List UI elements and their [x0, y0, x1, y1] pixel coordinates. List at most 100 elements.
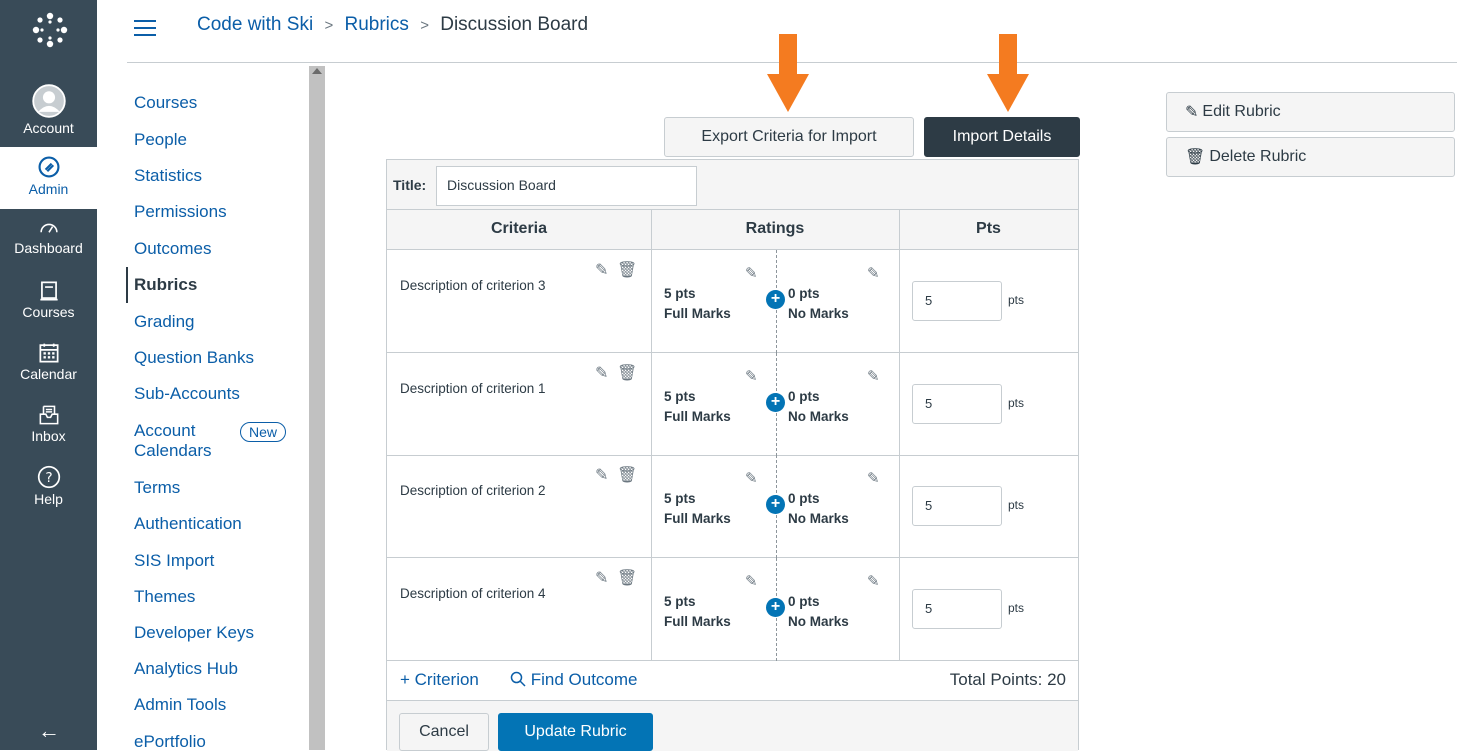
rubric-editor: Title: Discussion Board Criteria Ratings… [386, 159, 1079, 751]
edit-rating-pencil-icon[interactable]: ✎ [867, 469, 880, 487]
subnav-item-admin-tools[interactable]: Admin Tools [134, 695, 226, 715]
subnav-item-account-calendars-line2[interactable]: Calendars [134, 441, 212, 461]
edit-criterion-pencil-icon[interactable]: ✎ [595, 260, 608, 280]
rubric-title-input[interactable]: Discussion Board [436, 166, 697, 206]
rating-no-marks: 0 pts No Marks [788, 387, 849, 427]
delete-rubric-button[interactable]: 🗑 Delete Rubric [1166, 137, 1455, 177]
add-rating-plus-icon[interactable]: + [766, 393, 785, 412]
add-rating-plus-icon[interactable]: + [766, 495, 785, 514]
new-badge: New [240, 422, 287, 442]
canvas-logo-icon[interactable] [28, 8, 72, 52]
global-nav-inbox[interactable]: Inbox [0, 404, 97, 444]
subnav-item-account-calendars-line1[interactable]: Account [134, 421, 195, 441]
find-outcome-link[interactable]: Find Outcome [510, 670, 638, 690]
hamburger-menu-icon[interactable] [134, 20, 156, 38]
edit-criterion-pencil-icon[interactable]: ✎ [595, 363, 608, 383]
edit-rating-pencil-icon[interactable]: ✎ [745, 572, 758, 590]
pts-unit-label: pts [1008, 601, 1025, 615]
update-rubric-button[interactable]: Update Rubric [498, 713, 653, 751]
delete-criterion-trash-icon[interactable]: 🗑 [617, 260, 637, 280]
subnav-item-themes[interactable]: Themes [134, 587, 195, 607]
courses-icon [39, 281, 58, 301]
global-nav-label: Admin [28, 181, 69, 197]
rating-no-marks: 0 pts No Marks [788, 489, 849, 529]
rating-no-marks: 0 pts No Marks [788, 284, 849, 324]
criterion-points-input[interactable]: 5 [912, 281, 1002, 321]
add-criterion-link[interactable]: + Criterion [400, 670, 479, 690]
global-nav-help[interactable]: ? Help [0, 465, 97, 507]
breadcrumb-link-rubrics[interactable]: Rubrics [345, 14, 409, 35]
edit-rating-pencil-icon[interactable]: ✎ [867, 367, 880, 385]
edit-rating-pencil-icon[interactable]: ✎ [867, 264, 880, 282]
subnav-item-sub-accounts[interactable]: Sub-Accounts [134, 384, 240, 404]
edit-rating-pencil-icon[interactable]: ✎ [745, 367, 758, 385]
subnav-item-sis-import[interactable]: SIS Import [134, 551, 214, 571]
global-nav-dashboard[interactable]: Dashboard [0, 218, 97, 256]
orange-arrow-down-icon [987, 34, 1029, 112]
edit-criterion-pencil-icon[interactable]: ✎ [595, 465, 608, 485]
rubric-actions: Cancel Update Rubric [387, 701, 1078, 751]
delete-criterion-trash-icon[interactable]: 🗑 [617, 568, 637, 588]
ratings-header: Ratings [745, 220, 805, 237]
rating-points: 0 pts [788, 286, 820, 301]
edit-rating-pencil-icon[interactable]: ✎ [745, 469, 758, 487]
subnav-item-question-banks[interactable]: Question Banks [134, 348, 254, 368]
rubric-header-row: Criteria Ratings Pts [387, 210, 1078, 250]
rating-name: Full Marks [664, 409, 731, 424]
edit-rating-pencil-icon[interactable]: ✎ [745, 264, 758, 282]
criterion-points-input[interactable]: 5 [912, 486, 1002, 526]
delete-criterion-trash-icon[interactable]: 🗑 [617, 363, 637, 383]
title-label: Title: [393, 177, 427, 193]
breadcrumb-link-account[interactable]: Code with Ski [197, 14, 313, 35]
subnav-item-rubrics[interactable]: Rubrics [134, 275, 197, 295]
subnav-item-people[interactable]: People [134, 130, 187, 150]
subnav-item-eportfolio[interactable]: ePortfolio [134, 732, 206, 752]
subnav-item-statistics[interactable]: Statistics [134, 166, 202, 186]
global-nav-label: Calendar [20, 366, 77, 382]
criterion-points-input[interactable]: 5 [912, 384, 1002, 424]
pts-header: Pts [976, 220, 1001, 237]
edit-rubric-button[interactable]: ✎ Edit Rubric [1166, 92, 1455, 132]
rating-points: 0 pts [788, 389, 820, 404]
cancel-button[interactable]: Cancel [399, 713, 489, 751]
dashboard-icon [39, 223, 58, 233]
subnav-item-courses[interactable]: Courses [134, 93, 197, 113]
rating-points: 5 pts [664, 594, 696, 609]
rating-name: No Marks [788, 409, 849, 424]
subnav-item-developer-keys[interactable]: Developer Keys [134, 623, 254, 643]
pts-unit-label: pts [1008, 293, 1025, 307]
rating-full-marks: 5 pts Full Marks [664, 489, 731, 529]
global-nav-calendar[interactable]: Calendar [0, 342, 97, 382]
total-points: Total Points: 20 [949, 670, 1066, 689]
export-criteria-button[interactable]: Export Criteria for Import [664, 117, 914, 157]
subnav-item-grading[interactable]: Grading [134, 312, 194, 332]
global-nav-courses[interactable]: Courses [0, 280, 97, 320]
breadcrumb-separator: > [324, 17, 334, 34]
add-rating-plus-icon[interactable]: + [766, 290, 785, 309]
subnav-item-terms[interactable]: Terms [134, 478, 180, 498]
subnav-item-outcomes[interactable]: Outcomes [134, 239, 211, 259]
delete-rubric-label: Delete Rubric [1209, 148, 1307, 165]
edit-criterion-pencil-icon[interactable]: ✎ [595, 568, 608, 588]
breadcrumb: Code with Ski > Rubrics > Discussion Boa… [197, 14, 588, 36]
rating-full-marks: 5 pts Full Marks [664, 284, 731, 324]
edit-rating-pencil-icon[interactable]: ✎ [867, 572, 880, 590]
criterion-description: Description of criterion 4 [400, 586, 546, 601]
collapse-nav-icon[interactable]: ← [38, 718, 60, 744]
delete-criterion-trash-icon[interactable]: 🗑 [617, 465, 637, 485]
subnav-scrollbar[interactable] [309, 66, 325, 750]
global-nav-account[interactable]: Account [0, 84, 97, 136]
rating-name: Full Marks [664, 614, 731, 629]
import-details-button[interactable]: Import Details [924, 117, 1080, 157]
add-rating-plus-icon[interactable]: + [766, 598, 785, 617]
criterion-description: Description of criterion 3 [400, 278, 546, 293]
global-nav-admin[interactable]: Admin [0, 147, 97, 209]
criterion-points-input[interactable]: 5 [912, 589, 1002, 629]
subnav-item-permissions[interactable]: Permissions [134, 202, 227, 222]
subnav-item-analytics-hub[interactable]: Analytics Hub [134, 659, 238, 679]
rating-name: No Marks [788, 511, 849, 526]
criterion-row: Description of criterion 4 ✎ 🗑 ✎ ✎ 5 pts… [387, 558, 1078, 661]
subnav-item-authentication[interactable]: Authentication [134, 514, 242, 534]
pts-unit-label: pts [1008, 396, 1025, 410]
scroll-up-arrow-icon[interactable] [312, 68, 322, 74]
